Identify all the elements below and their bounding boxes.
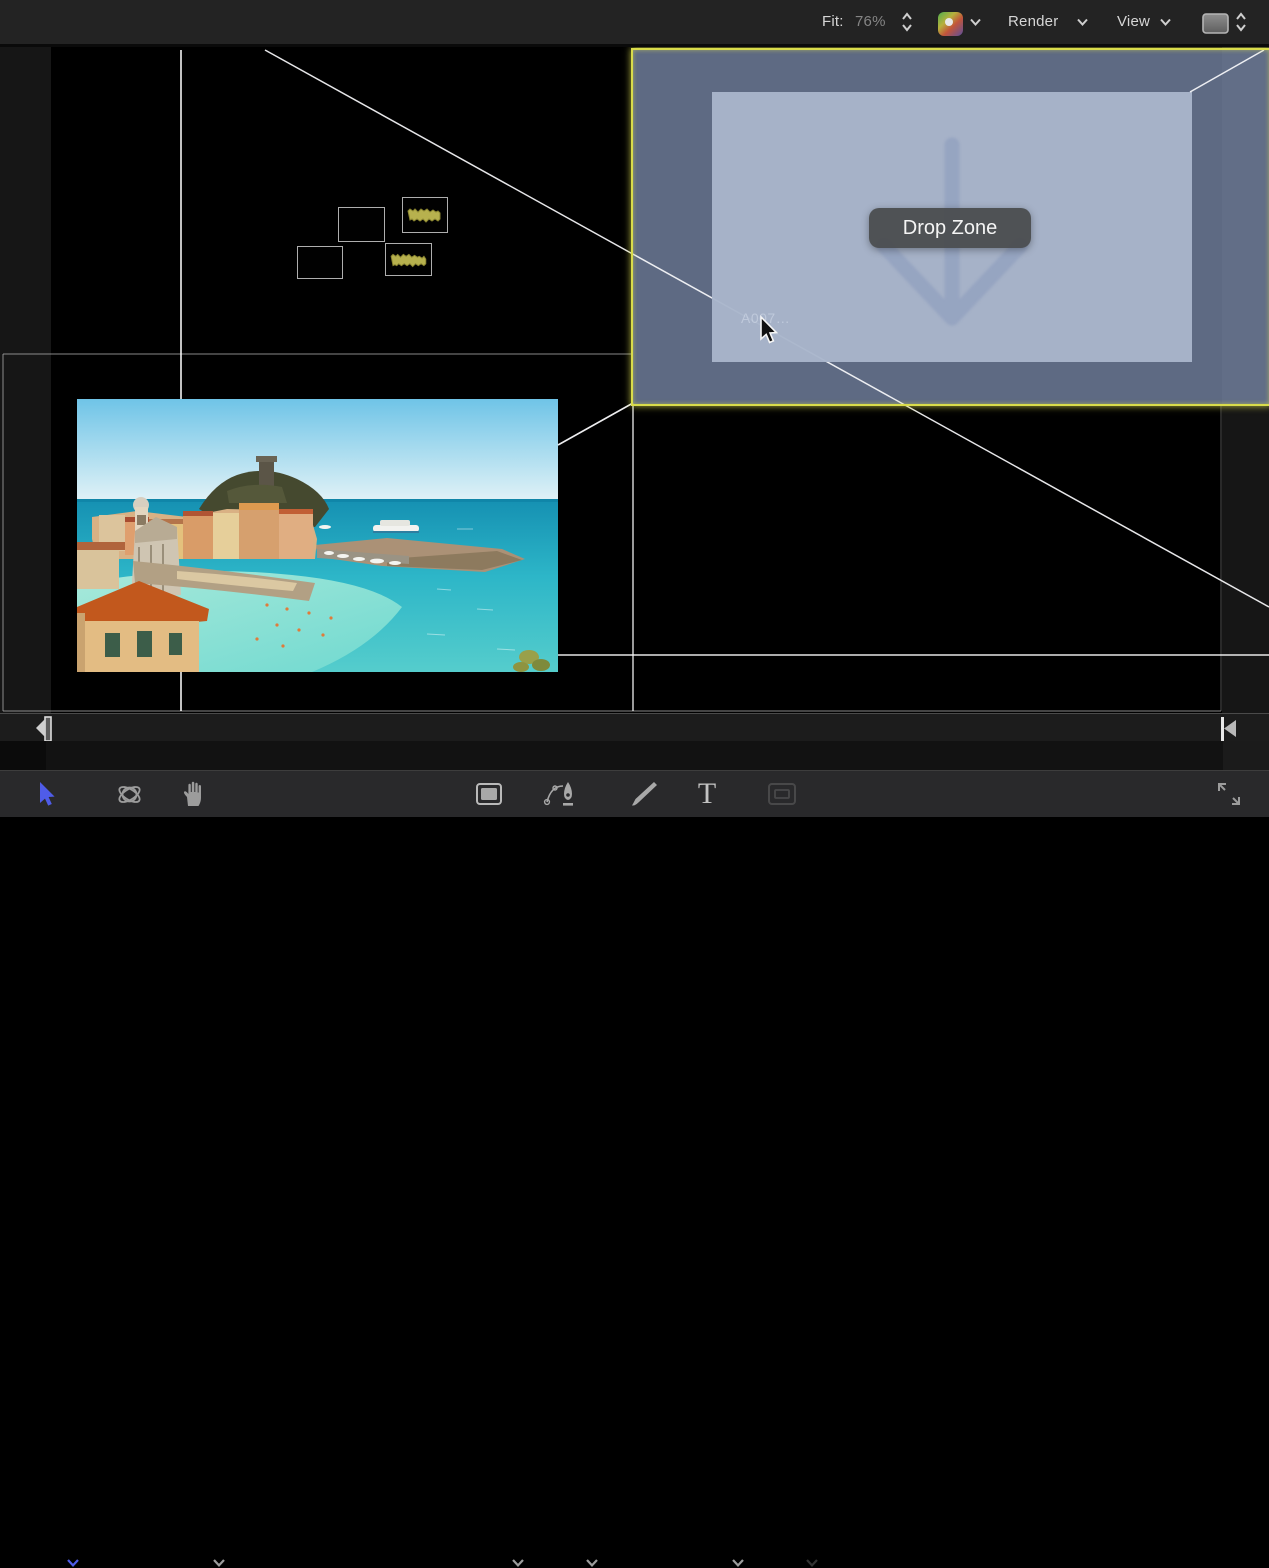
scrubber-trailing-area <box>1223 741 1269 770</box>
pen-bezier-icon <box>543 780 579 808</box>
coastal-village-clip[interactable] <box>77 399 558 672</box>
cursor-arrow-icon <box>37 781 56 807</box>
text-tool-glyph: T <box>698 771 716 817</box>
paint-stroke-tool[interactable] <box>628 771 660 817</box>
chevron-down-icon[interactable] <box>1076 17 1089 27</box>
canvas-viewport[interactable]: A007… Drop Zone <box>0 47 1269 713</box>
mini-layer-box[interactable] <box>402 197 448 233</box>
mouse-cursor-icon <box>757 315 779 345</box>
chevron-down-icon[interactable] <box>585 1557 599 1568</box>
zoom-value[interactable]: 76% <box>855 13 886 30</box>
scrubber-leading-area <box>0 741 46 770</box>
canvas-frame-icon[interactable] <box>1202 13 1229 34</box>
color-display-icon[interactable] <box>937 11 964 37</box>
chevron-down-icon[interactable] <box>731 1557 745 1568</box>
orbit-3d-icon <box>116 781 143 808</box>
chevron-down-icon[interactable] <box>66 1557 80 1568</box>
chevron-down-icon[interactable] <box>511 1557 525 1568</box>
fit-label: Fit: <box>822 13 844 30</box>
drop-zone-selection-border <box>631 48 1269 406</box>
mini-layer-box[interactable] <box>338 207 385 242</box>
brush-stroke-icon <box>629 780 659 808</box>
timeline-scrubber[interactable] <box>0 741 1269 770</box>
text-scribble <box>387 245 429 275</box>
rectangle-shape-icon <box>475 782 503 806</box>
render-menu[interactable]: Render <box>1008 13 1058 30</box>
view-menu[interactable]: View <box>1117 13 1150 30</box>
chevron-down-icon[interactable] <box>969 17 982 27</box>
top-toolbar: Fit: 76% Render View <box>0 0 1269 47</box>
chevron-down-icon[interactable] <box>805 1557 819 1568</box>
timeline-marker-track[interactable] <box>0 713 1269 741</box>
diagonal-resize-icon <box>1215 780 1243 808</box>
play-range-out-marker[interactable] <box>1218 716 1238 742</box>
select-tool[interactable] <box>33 771 59 817</box>
mini-layer-box[interactable] <box>385 243 432 276</box>
chevron-down-icon[interactable] <box>1159 17 1172 27</box>
pasteboard-left <box>0 47 51 713</box>
zoom-stepper-icon[interactable] <box>901 11 913 33</box>
bottom-toolbar: T <box>0 770 1269 817</box>
frame-stepper-icon[interactable] <box>1235 11 1247 33</box>
transform-3d-tool[interactable] <box>114 771 144 817</box>
text-tool[interactable]: T <box>693 771 721 817</box>
bezier-tool[interactable] <box>543 771 579 817</box>
pan-hand-tool[interactable] <box>178 771 206 817</box>
drop-zone-shape-icon <box>767 782 797 806</box>
expand-view-button[interactable] <box>1212 771 1246 817</box>
text-scribble <box>404 199 446 231</box>
chevron-down-icon[interactable] <box>212 1557 226 1568</box>
drop-zone-tool[interactable] <box>766 771 798 817</box>
play-range-in-marker[interactable] <box>34 716 54 742</box>
rectangle-tool[interactable] <box>474 771 504 817</box>
hand-icon <box>181 781 204 807</box>
mini-layer-box[interactable] <box>297 246 343 279</box>
